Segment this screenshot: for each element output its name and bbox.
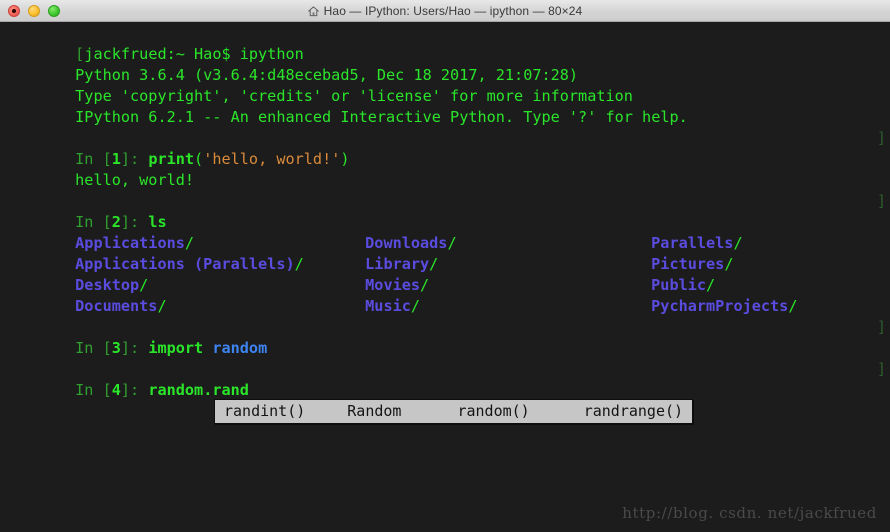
terminal-prompt-line: In [4]: random.rand ]: [75, 360, 886, 399]
terminal-line: Type 'copyright', 'credits' or 'license'…: [75, 87, 633, 105]
directory-listing-row: Documents/Music/PycharmProjects/: [75, 297, 798, 315]
minimize-button[interactable]: [28, 4, 40, 17]
terminal-window: Hao — IPython: Users/Hao — ipython — 80×…: [0, 0, 890, 532]
autocomplete-item-randrange[interactable]: randrange(): [577, 401, 690, 422]
close-button[interactable]: [8, 4, 20, 17]
autocomplete-item-randint[interactable]: randint(): [217, 401, 312, 422]
window-controls: [8, 0, 60, 21]
terminal-prompt-line: In [1]: print('hello, world!') ]: [75, 129, 886, 168]
maximize-button[interactable]: [48, 4, 60, 17]
edge-bracket: ]: [876, 360, 886, 378]
home-icon: [307, 6, 319, 17]
edge-bracket: ]: [876, 129, 886, 147]
edge-bracket: ]: [876, 318, 886, 336]
directory-listing-row: Applications/Downloads/Parallels/: [75, 234, 743, 252]
edge-bracket: ]: [876, 192, 886, 210]
window-title: Hao — IPython: Users/Hao — ipython — 80×…: [307, 3, 583, 18]
code-input-text: random.rand: [148, 381, 249, 399]
autocomplete-item-Random[interactable]: Random: [340, 401, 408, 422]
autocomplete-popup[interactable]: randint() Random random() randrange(): [214, 399, 694, 424]
directory-listing-row: Desktop/Movies/Public/: [75, 276, 716, 294]
window-title-text: Hao — IPython: Users/Hao — ipython — 80×…: [323, 3, 583, 18]
terminal-content: [jackfrued:~ Hao$ ipython Python 3.6.4 (…: [2, 23, 890, 399]
autocomplete-item-random[interactable]: random(): [450, 401, 536, 422]
watermark-text: http://blog. csdn. net/jackfrued: [622, 504, 877, 522]
terminal-line: Python 3.6.4 (v3.6.4:d48ecebad5, Dec 18 …: [75, 66, 579, 84]
directory-listing-row: Applications (Parallels)/Library/Picture…: [75, 255, 734, 273]
title-bar: Hao — IPython: Users/Hao — ipython — 80×…: [0, 0, 890, 22]
terminal-screen[interactable]: [jackfrued:~ Hao$ ipython Python 3.6.4 (…: [0, 22, 890, 532]
terminal-line: IPython 6.2.1 -- An enhanced Interactive…: [75, 108, 688, 126]
terminal-prompt-line: In [2]: ls ]: [75, 192, 886, 231]
terminal-output-line: hello, world!: [75, 171, 195, 189]
terminal-line: [jackfrued:~ Hao$ ipython: [75, 45, 304, 63]
terminal-prompt-line: In [3]: import random ]: [75, 318, 886, 357]
